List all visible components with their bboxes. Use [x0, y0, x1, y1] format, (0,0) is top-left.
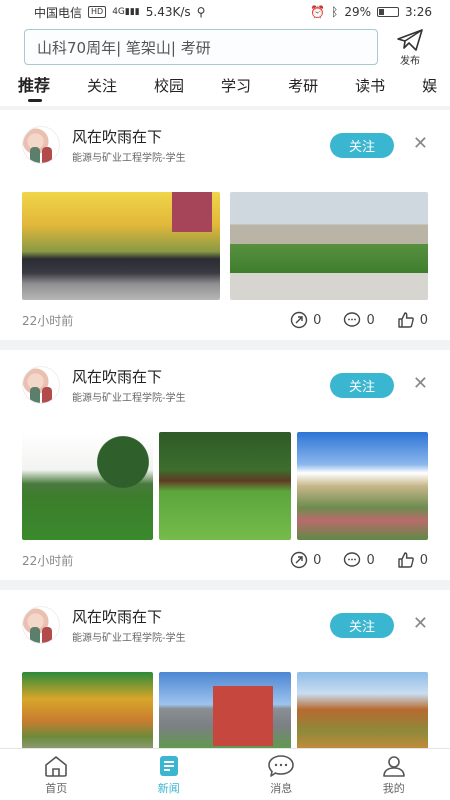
thumbs-up-icon [398, 552, 414, 568]
tab-entertainment[interactable]: 娱 [422, 70, 437, 106]
follow-button[interactable]: 关注 [330, 133, 394, 158]
avatar[interactable] [22, 606, 60, 644]
alarm-icon: ⏰ [310, 5, 326, 19]
paper-plane-icon [397, 28, 423, 51]
author-department: 能源与矿业工程学院-学生 [72, 153, 186, 164]
author-name[interactable]: 风在吹雨在下 [72, 126, 186, 147]
top-header: 山科70周年| 笔架山| 考研 发布 [0, 24, 450, 70]
post-image[interactable] [22, 192, 220, 300]
tabbar-news[interactable]: 新闻 [113, 749, 226, 800]
comment-icon [344, 312, 361, 327]
avatar[interactable] [22, 366, 60, 404]
status-bar: 中国电信 HD 4G▮▮▮ 5.43K/s ⚲ ⏰ ᛒ 29% 3:26 [0, 0, 450, 24]
comment-button[interactable]: 0 [343, 311, 375, 329]
post-card[interactable]: 风在吹雨在下 能源与矿业工程学院-学生 关注 ✕ 22小时前 0 0 0 [0, 110, 450, 340]
post-card[interactable]: 风在吹雨在下 能源与矿业工程学院-学生 关注 ✕ [0, 590, 450, 748]
tab-campus[interactable]: 校园 [154, 70, 184, 106]
post-image[interactable] [159, 672, 291, 748]
news-feed[interactable]: 风在吹雨在下 能源与矿业工程学院-学生 关注 ✕ 22小时前 0 0 0 风在吹… [0, 110, 450, 748]
tabbar-home[interactable]: 首页 [0, 749, 113, 800]
like-button[interactable]: 0 [397, 311, 428, 329]
battery-icon [377, 7, 400, 17]
post-image[interactable] [230, 192, 428, 300]
news-icon [159, 755, 178, 776]
search-placeholder: 山科70周年| 笔架山| 考研 [37, 38, 211, 57]
share-button[interactable]: 0 [290, 311, 321, 329]
author-department: 能源与矿业工程学院-学生 [72, 393, 186, 404]
share-count: 0 [313, 552, 322, 568]
tab-follow[interactable]: 关注 [87, 70, 117, 106]
profile-icon [382, 755, 405, 777]
like-count: 0 [419, 312, 428, 328]
network-speed: 5.43K/s [145, 5, 191, 19]
bluetooth-icon: ᛒ [331, 5, 339, 19]
share-count: 0 [313, 312, 322, 328]
share-icon [290, 311, 308, 329]
category-tabs: 推荐 关注 校园 学习 考研 读书 娱 [0, 70, 450, 106]
bottom-tab-bar: 首页 新闻 消息 我的 [0, 748, 450, 800]
post-image[interactable] [296, 432, 428, 540]
search-input[interactable]: 山科70周年| 笔架山| 考研 [24, 29, 378, 65]
author-name[interactable]: 风在吹雨在下 [72, 366, 186, 387]
like-button[interactable]: 0 [397, 551, 428, 569]
tabbar-label: 消息 [270, 781, 293, 795]
publish-button[interactable]: 发布 [396, 28, 424, 67]
post-time: 22小时前 [22, 313, 74, 328]
tabbar-label: 我的 [382, 781, 405, 795]
close-icon[interactable]: ✕ [413, 134, 428, 154]
carrier-label: 中国电信 [34, 5, 83, 20]
tabbar-messages[interactable]: 消息 [225, 749, 338, 800]
avatar[interactable] [22, 126, 60, 164]
tabbar-profile[interactable]: 我的 [338, 749, 450, 800]
tab-recommend[interactable]: 推荐 [18, 70, 50, 106]
home-icon [45, 755, 68, 777]
close-icon[interactable]: ✕ [413, 614, 428, 634]
post-image[interactable] [22, 432, 154, 540]
post-image[interactable] [22, 672, 154, 748]
usb-icon: ⚲ [196, 5, 206, 19]
tabbar-label: 首页 [45, 781, 68, 795]
signal-icon: 4G▮▮▮ [112, 6, 140, 17]
like-count: 0 [419, 552, 428, 568]
author-name[interactable]: 风在吹雨在下 [72, 606, 186, 627]
post-card[interactable]: 风在吹雨在下 能源与矿业工程学院-学生 关注 ✕ 22小时前 0 0 0 [0, 350, 450, 580]
comment-icon [344, 552, 361, 567]
message-icon [268, 754, 295, 777]
post-image[interactable] [296, 672, 428, 748]
publish-label: 发布 [400, 55, 420, 67]
clock: 3:26 [405, 5, 432, 19]
post-time: 22小时前 [22, 553, 74, 568]
battery-percent: 29% [344, 5, 372, 19]
comment-count: 0 [366, 312, 375, 328]
hd-indicator: HD [88, 6, 107, 18]
tab-postgrad[interactable]: 考研 [288, 70, 318, 106]
tabbar-label: 新闻 [157, 781, 180, 795]
share-icon [290, 551, 308, 569]
share-button[interactable]: 0 [290, 551, 321, 569]
thumbs-up-icon [398, 312, 414, 328]
follow-button[interactable]: 关注 [330, 373, 394, 398]
post-image[interactable] [159, 432, 291, 540]
follow-button[interactable]: 关注 [330, 613, 394, 638]
comment-count: 0 [366, 552, 375, 568]
tab-reading[interactable]: 读书 [355, 70, 385, 106]
author-department: 能源与矿业工程学院-学生 [72, 633, 186, 644]
tab-study[interactable]: 学习 [221, 70, 251, 106]
close-icon[interactable]: ✕ [413, 374, 428, 394]
comment-button[interactable]: 0 [343, 551, 375, 569]
